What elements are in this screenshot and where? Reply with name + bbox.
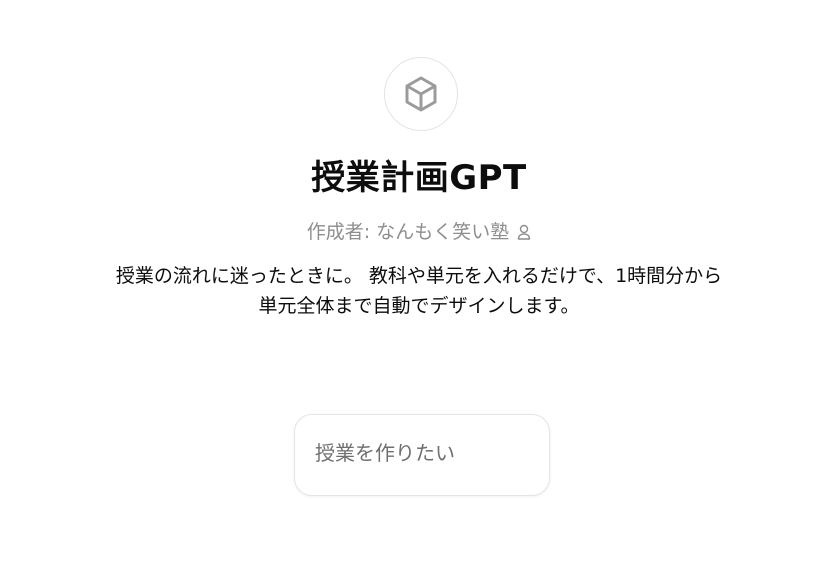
- author-label: 作成者: なんもく笑い塾: [306, 221, 510, 243]
- gpt-title: 授業計画GPT: [311, 158, 527, 198]
- gpt-description: 授業の流れに迷ったときに。 教科や単元を入れるだけで、1時間分から 単元全体まで…: [40, 261, 798, 321]
- gpt-avatar: [384, 57, 458, 131]
- person-icon[interactable]: [517, 223, 531, 241]
- description-line: 授業の流れに迷ったときに。 教科や単元を入れるだけで、1時間分から: [115, 265, 723, 287]
- conversation-starter-button[interactable]: 授業を作りたい: [294, 414, 550, 496]
- description-line: 単元全体まで自動でデザインします。: [258, 295, 580, 317]
- gpt-intro-page: 授業計画GPT 作成者: なんもく笑い塾 授業の流れに迷ったときに。 教科や単元…: [0, 0, 838, 562]
- cube-icon: [405, 76, 437, 112]
- author-row: 作成者: なんもく笑い塾: [0, 218, 838, 246]
